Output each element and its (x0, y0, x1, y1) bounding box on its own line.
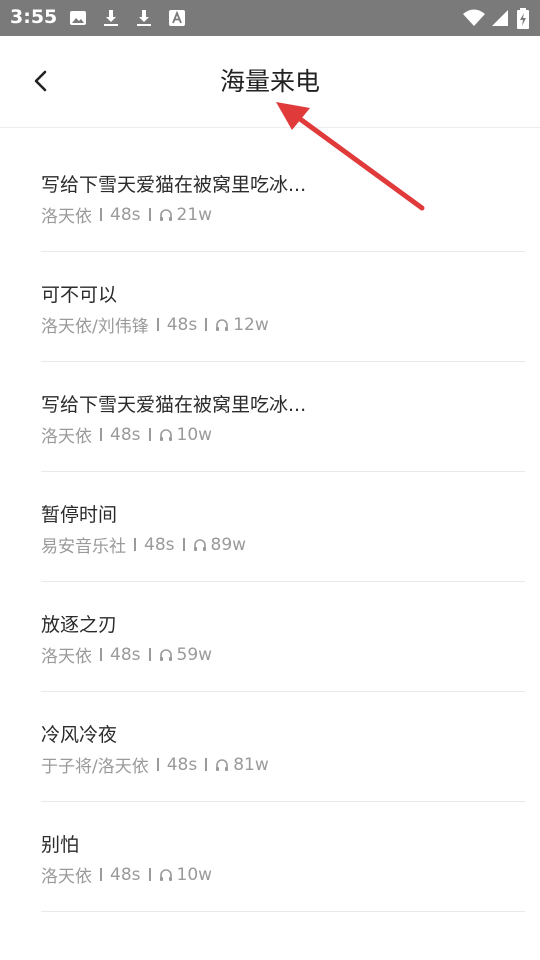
ringtone-list: 写给下雪天爱猫在被窝里吃冰... 洛天依 48s 21w 可不可以 洛天依/刘伟… (0, 128, 540, 940)
divider (205, 318, 208, 331)
divider (148, 428, 151, 441)
divider (148, 868, 151, 881)
list-item[interactable]: 暂停时间 易安音乐社 48s 89w (41, 472, 525, 582)
item-artist: 洛天依 (41, 207, 92, 227)
item-title: 冷风冷夜 (41, 724, 118, 746)
wifi-icon (462, 8, 486, 28)
item-artist: 易安音乐社 (41, 537, 126, 557)
item-meta: 洛天依 48s 21w (41, 202, 213, 228)
item-artist: 洛天依 (41, 867, 92, 887)
item-meta: 于子将/洛天依 48s 81w (41, 752, 269, 778)
divider (148, 648, 151, 661)
list-item[interactable]: 放逐之刃 洛天依 48s 59w (41, 582, 525, 692)
item-plays: 10w (176, 864, 213, 885)
item-meta: 洛天依 48s 59w (41, 642, 213, 668)
list-item[interactable]: 别怕 洛天依 48s 10w (41, 802, 525, 912)
signal-icon (490, 8, 510, 28)
item-title: 放逐之刃 (41, 614, 118, 636)
item-duration: 48s (110, 424, 141, 445)
item-meta: 洛天依 48s 10w (41, 862, 213, 888)
divider (134, 538, 136, 551)
divider (205, 758, 208, 771)
item-title: 写给下雪天爱猫在被窝里吃冰... (41, 174, 307, 196)
item-title: 别怕 (41, 834, 80, 856)
item-duration: 48s (166, 314, 198, 335)
item-plays: 89w (210, 534, 247, 555)
image-icon (68, 8, 88, 28)
list-item[interactable]: 写给下雪天爱猫在被窝里吃冰... 洛天依 48s 10w (41, 362, 525, 472)
headphones-icon (159, 428, 173, 442)
item-artist: 洛天依 (41, 427, 92, 447)
item-duration: 48s (166, 754, 198, 775)
page-title: 海量来电 (219, 67, 320, 96)
divider (100, 428, 102, 441)
status-bar: 3:55 (0, 0, 540, 36)
item-plays: 10w (176, 424, 213, 445)
divider (100, 648, 102, 661)
item-plays: 81w (233, 754, 269, 775)
download-icon (101, 8, 121, 28)
headphones-icon (159, 648, 173, 662)
divider (100, 208, 102, 221)
font-icon (167, 8, 187, 28)
headphones-icon (159, 868, 173, 882)
headphones-icon (215, 318, 229, 332)
app-header: 海量来电 (0, 36, 540, 128)
divider (156, 318, 159, 331)
item-meta: 洛天依/刘伟锋 48s 12w (41, 312, 269, 338)
headphones-icon (159, 208, 173, 222)
battery-icon (516, 8, 530, 29)
status-time: 3:55 (10, 6, 58, 28)
item-artist: 洛天依/刘伟锋 (41, 317, 149, 337)
item-plays: 59w (176, 644, 213, 665)
item-duration: 48s (144, 534, 175, 555)
headphones-icon (193, 538, 207, 552)
item-duration: 48s (110, 204, 141, 225)
divider (182, 538, 185, 551)
item-plays: 12w (233, 314, 269, 335)
item-meta: 洛天依 48s 10w (41, 422, 213, 448)
divider (156, 758, 159, 771)
item-artist: 洛天依 (41, 647, 92, 667)
item-title: 写给下雪天爱猫在被窝里吃冰... (41, 394, 307, 416)
list-item[interactable]: 可不可以 洛天依/刘伟锋 48s 12w (41, 252, 525, 362)
download-icon (134, 8, 154, 28)
item-duration: 48s (110, 864, 141, 885)
divider (100, 868, 102, 881)
list-item[interactable]: 冷风冷夜 于子将/洛天依 48s 81w (41, 692, 525, 802)
item-title: 暂停时间 (41, 504, 118, 526)
divider (148, 208, 151, 221)
headphones-icon (215, 758, 229, 772)
list-item[interactable] (41, 912, 525, 940)
list-item[interactable]: 写给下雪天爱猫在被窝里吃冰... 洛天依 48s 21w (41, 128, 525, 252)
item-duration: 48s (110, 644, 141, 665)
item-plays: 21w (176, 204, 213, 225)
item-meta: 易安音乐社 48s 89w (41, 532, 247, 558)
item-title: 可不可以 (41, 284, 118, 306)
item-artist: 于子将/洛天依 (41, 757, 149, 777)
